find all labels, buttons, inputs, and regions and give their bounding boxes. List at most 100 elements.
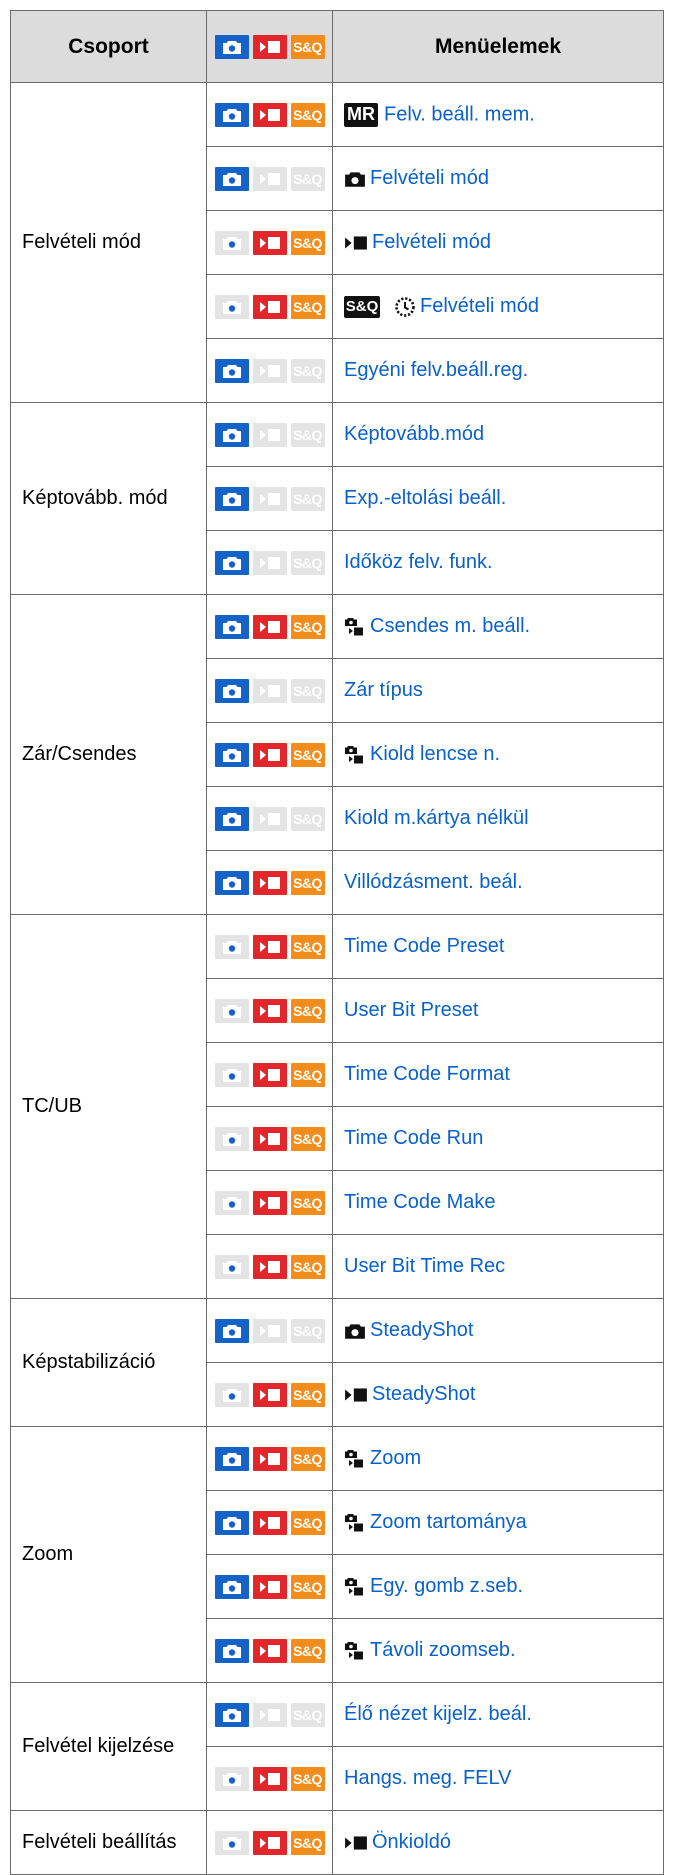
- movie-mode-icon-inactive: [252, 678, 287, 703]
- camera-movie-icon: [344, 1448, 366, 1470]
- mode-indicators: S&Q: [206, 1362, 333, 1427]
- movie-mode-icon-inactive: [252, 166, 287, 191]
- menu-item-link[interactable]: Zár típus: [344, 679, 423, 701]
- mode-indicators: S&Q: [206, 210, 333, 275]
- table-row: Képtovább. mód S&Q Képtovább.mód: [10, 402, 664, 595]
- mode-indicators: S&Q: [206, 1682, 333, 1747]
- menu-item-cell: Felvételi mód: [332, 146, 664, 211]
- menu-item-link[interactable]: Zoom: [370, 1447, 421, 1469]
- table-row: Zár/Csendes S&Q Csendes m. beáll.: [10, 594, 664, 915]
- menu-item-link[interactable]: Felvételi mód: [372, 231, 491, 253]
- sq-mode-icon: S&Q: [290, 1190, 325, 1215]
- camera-mode-icon: [214, 1638, 249, 1663]
- group-label: Képstabilizáció: [10, 1298, 207, 1427]
- camera-mode-icon: [214, 166, 249, 191]
- menu-item-link[interactable]: SteadyShot: [370, 1319, 473, 1341]
- menu-item-link[interactable]: Időköz felv. funk.: [344, 551, 493, 573]
- menu-item-cell: S&Q Felvételi mód: [332, 274, 664, 339]
- sq-mode-icon: S&Q: [290, 1638, 325, 1663]
- menu-item-link[interactable]: Egyéni felv.beáll.reg.: [344, 359, 528, 381]
- camera-mode-icon: [214, 1446, 249, 1471]
- menu-item-link[interactable]: Zoom tartománya: [370, 1511, 527, 1533]
- mode-indicators: S&Q: [206, 658, 333, 723]
- menu-item-link[interactable]: Villódzásment. beál.: [344, 871, 523, 893]
- menu-item-link[interactable]: Hangs. meg. FELV: [344, 1767, 511, 1789]
- header-group: Csoport: [10, 10, 207, 83]
- movie-mode-icon: [252, 230, 287, 255]
- menu-item-link[interactable]: SteadyShot: [372, 1383, 475, 1405]
- movie-mode-icon: [252, 1830, 287, 1855]
- movie-mode-icon: [252, 1062, 287, 1087]
- movie-mode-icon-inactive: [252, 1702, 287, 1727]
- menu-item-link[interactable]: Távoli zoomseb.: [370, 1639, 516, 1661]
- camera-movie-icon: [344, 1512, 366, 1534]
- group-label: Képtovább. mód: [10, 402, 207, 595]
- menu-item-link[interactable]: Képtovább.mód: [344, 423, 484, 445]
- group-label: Zoom: [10, 1426, 207, 1683]
- camera-mode-icon-inactive: [214, 1190, 249, 1215]
- sq-mode-icon: S&Q: [290, 1510, 325, 1535]
- camera-icon: [344, 170, 366, 188]
- camera-mode-icon: [214, 870, 249, 895]
- movie-icon: [344, 1387, 368, 1403]
- menu-item-cell: Felvételi mód: [332, 210, 664, 275]
- menu-item-link[interactable]: Csendes m. beáll.: [370, 615, 530, 637]
- menu-item-link[interactable]: Felv. beáll. mem.: [384, 103, 535, 125]
- sq-badge-icon: S&Q: [344, 295, 380, 318]
- slow-quick-dial-icon: [394, 296, 416, 318]
- movie-icon: [344, 1835, 368, 1851]
- camera-mode-icon-inactive: [214, 230, 249, 255]
- menu-item-link[interactable]: Élő nézet kijelz. beál.: [344, 1703, 532, 1725]
- camera-mode-icon: [214, 742, 249, 767]
- mode-indicators: S&Q: [206, 1170, 333, 1235]
- camera-mode-icon: [214, 1510, 249, 1535]
- menu-item-cell: Élő nézet kijelz. beál.: [332, 1682, 664, 1747]
- menu-item-link[interactable]: User Bit Preset: [344, 999, 478, 1021]
- camera-mode-icon: [214, 422, 249, 447]
- sq-mode-icon-inactive: S&Q: [290, 166, 325, 191]
- sq-mode-icon: S&Q: [290, 742, 325, 767]
- menu-item-link[interactable]: Önkioldó: [372, 1831, 451, 1853]
- camera-mode-icon-inactive: [214, 998, 249, 1023]
- menu-item-cell: MR Felv. beáll. mem.: [332, 82, 664, 147]
- menu-item-link[interactable]: Time Code Format: [344, 1063, 510, 1085]
- menu-item-link[interactable]: Time Code Make: [344, 1191, 496, 1213]
- menu-item-link[interactable]: Time Code Run: [344, 1127, 483, 1149]
- movie-mode-icon: [252, 34, 287, 59]
- menu-item-cell: Egy. gomb z.seb.: [332, 1554, 664, 1619]
- camera-mode-icon: [214, 1318, 249, 1343]
- camera-mode-icon: [214, 1702, 249, 1727]
- mode-indicators: S&Q: [206, 402, 333, 467]
- menu-item-link[interactable]: Exp.-eltolási beáll.: [344, 487, 506, 509]
- sq-mode-icon: S&Q: [290, 1062, 325, 1087]
- group-label: Felvétel kijelzése: [10, 1682, 207, 1811]
- sq-mode-icon-inactive: S&Q: [290, 806, 325, 831]
- menu-item-link[interactable]: Felvételi mód: [370, 167, 489, 189]
- menu-item-link[interactable]: Felvételi mód: [420, 295, 539, 317]
- mode-indicators: S&Q: [206, 594, 333, 659]
- sq-mode-icon-inactive: S&Q: [290, 486, 325, 511]
- camera-movie-icon: [344, 1576, 366, 1598]
- movie-mode-icon: [252, 934, 287, 959]
- menu-item-link[interactable]: Time Code Preset: [344, 935, 504, 957]
- movie-mode-icon: [252, 1574, 287, 1599]
- sq-mode-icon-inactive: S&Q: [290, 422, 325, 447]
- menu-item-cell: Time Code Run: [332, 1106, 664, 1171]
- menu-item-link[interactable]: Kiold lencse n.: [370, 743, 500, 765]
- table-row: TC/UB S&Q Time Code Preset: [10, 914, 664, 1299]
- group-label: TC/UB: [10, 914, 207, 1299]
- menu-item-link[interactable]: Egy. gomb z.seb.: [370, 1575, 523, 1597]
- menu-item-cell: Hangs. meg. FELV: [332, 1746, 664, 1811]
- mode-indicators: S&Q: [206, 1490, 333, 1555]
- sq-mode-icon: S&Q: [290, 934, 325, 959]
- mode-indicators: S&Q: [206, 1234, 333, 1299]
- menu-item-link[interactable]: User Bit Time Rec: [344, 1255, 505, 1277]
- menu-item-link[interactable]: Kiold m.kártya nélkül: [344, 807, 529, 829]
- mode-indicators: S&Q: [206, 850, 333, 915]
- mode-indicators: S&Q: [206, 1810, 333, 1875]
- camera-mode-icon: [214, 678, 249, 703]
- movie-mode-icon: [252, 742, 287, 767]
- camera-mode-icon: [214, 614, 249, 639]
- mode-indicators: S&Q: [206, 338, 333, 403]
- mode-indicators: S&Q: [206, 1554, 333, 1619]
